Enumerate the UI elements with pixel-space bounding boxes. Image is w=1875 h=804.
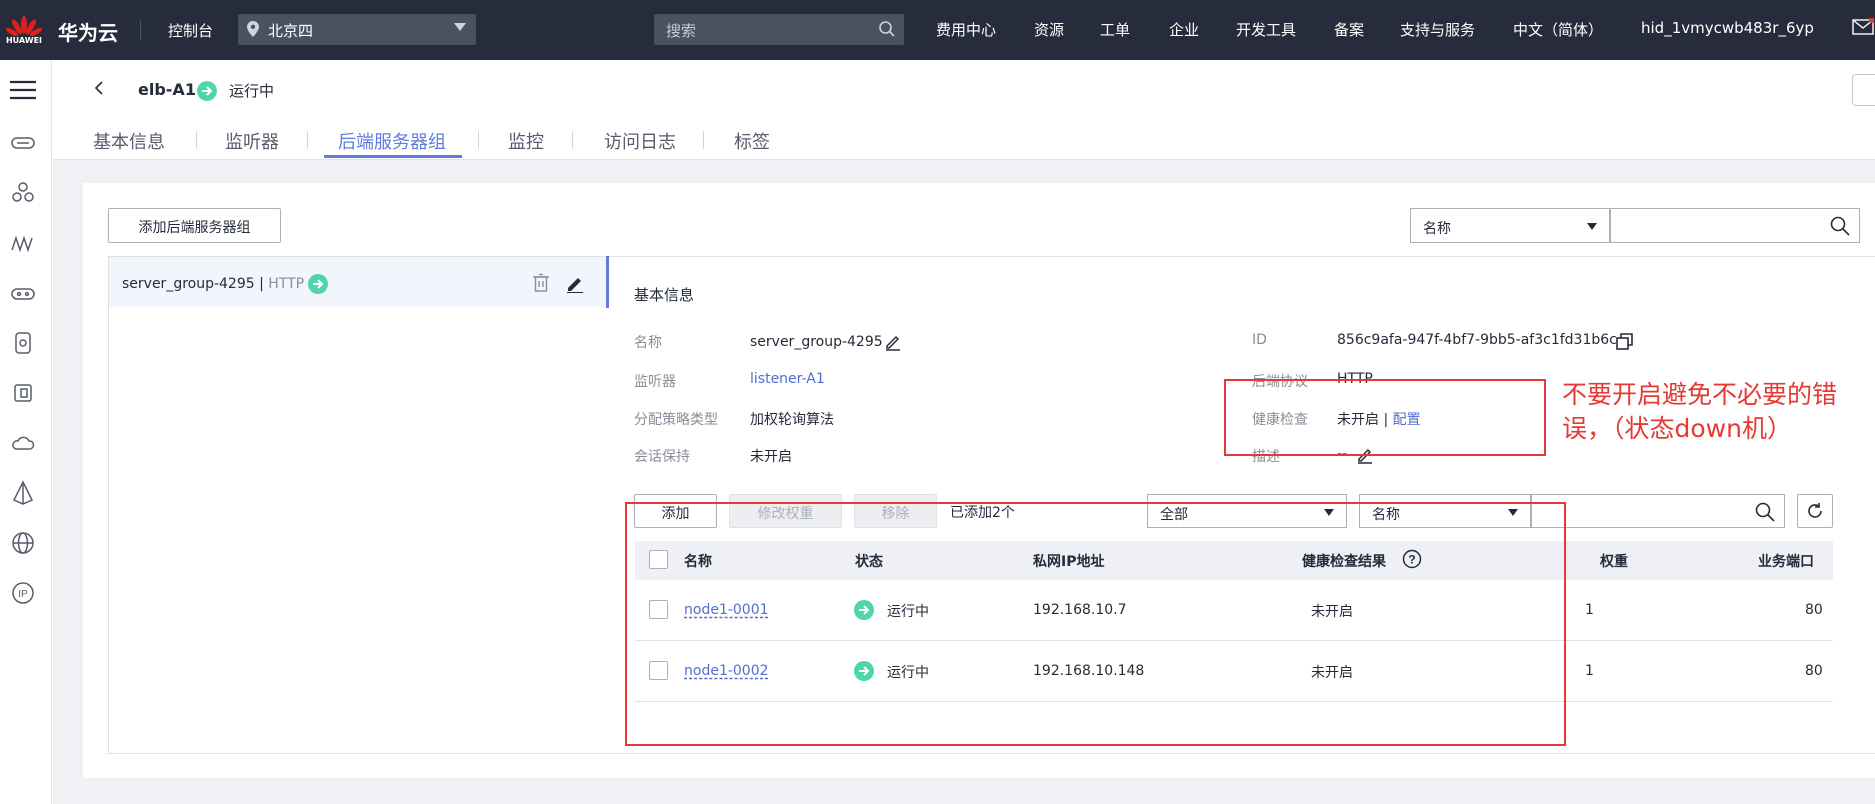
global-search-input[interactable]: 搜索 (654, 14, 904, 45)
server-group-separator: | (254, 276, 269, 292)
brand-name[interactable]: 华为云 (58, 17, 118, 46)
group-search-input[interactable] (1610, 208, 1860, 243)
edit-name-icon[interactable] (884, 333, 902, 351)
server-group-list (108, 256, 609, 754)
tab-basic-info[interactable]: 基本信息 (93, 128, 165, 154)
server-port: 80 (1805, 663, 1823, 679)
group-filter-value: 名称 (1423, 221, 1451, 237)
tab-divider (703, 131, 704, 149)
cluster-icon[interactable] (10, 180, 36, 206)
page-title: elb-A1 (138, 80, 196, 99)
health-check-highlight-box (1224, 379, 1546, 456)
nav-resources[interactable]: 资源 (1034, 19, 1064, 40)
chevron-down-icon (454, 23, 466, 31)
section-title-basic-info: 基本信息 (634, 286, 695, 304)
server-weight: 1 (1585, 663, 1594, 679)
listener-link[interactable]: listener-A1 (750, 371, 825, 387)
selected-indicator (606, 256, 609, 308)
nav-account[interactable]: hid_1vmycwb483r_6yp (1641, 19, 1814, 37)
server-port: 80 (1805, 602, 1823, 618)
huawei-logo-icon[interactable] (6, 8, 42, 52)
nav-dev-tools[interactable]: 开发工具 (1236, 19, 1296, 40)
console-link[interactable]: 控制台 (168, 20, 213, 41)
id-value: 856c9afa-947f-4bf7-9bb5-af3c1fd31b6c (1337, 332, 1617, 348)
back-arrow-icon[interactable] (92, 80, 106, 96)
annotation-note: 不要开启避免不必要的错误，（状态down机） (1562, 380, 1838, 443)
tab-divider (478, 131, 479, 149)
chevron-down-icon (1587, 223, 1597, 230)
tab-divider (196, 131, 197, 149)
server-table-highlight-box (625, 502, 1566, 746)
container-icon[interactable] (10, 380, 36, 406)
ai-icon[interactable] (10, 480, 36, 506)
tab-backend-server-groups[interactable]: 后端服务器组 (338, 128, 446, 154)
server-weight: 1 (1585, 602, 1594, 618)
mail-icon[interactable] (1852, 18, 1874, 36)
server-group-name[interactable]: server_group-4295 | HTTP (122, 276, 304, 292)
service-sidebar: IP (0, 60, 52, 804)
refresh-button[interactable] (1852, 74, 1875, 106)
tab-divider (307, 131, 308, 149)
server-group-protocol: HTTP (268, 276, 305, 292)
search-icon[interactable] (1754, 501, 1776, 523)
nav-billing[interactable]: 费用中心 (936, 19, 996, 40)
server-group-name-text: server_group-4295 (122, 276, 255, 292)
ip-icon[interactable]: IP (10, 580, 36, 606)
id-label: ID (1252, 332, 1267, 348)
session-label: 会话保持 (634, 449, 690, 465)
algorithm-label: 分配策略类型 (634, 412, 718, 428)
globe-icon[interactable] (10, 530, 36, 556)
algorithm-value: 加权轮询算法 (750, 412, 834, 428)
running-status-icon (308, 274, 328, 294)
listener-label: 监听器 (634, 374, 676, 390)
region-select[interactable]: 北京四 (238, 14, 476, 45)
tab-access-logs[interactable]: 访问日志 (604, 128, 676, 154)
database-icon[interactable] (10, 330, 36, 356)
refresh-servers-button[interactable] (1797, 494, 1833, 528)
logo-text: HUAWEI (5, 36, 43, 45)
nav-language[interactable]: 中文（简体） (1513, 19, 1603, 40)
page-header (53, 60, 1875, 160)
session-value: 未开启 (750, 449, 792, 465)
page-status: 运行中 (229, 82, 275, 100)
copy-icon[interactable] (1615, 332, 1634, 351)
divider (140, 20, 141, 40)
server-icon[interactable] (10, 130, 36, 156)
location-pin-icon (247, 21, 259, 37)
refresh-icon (1808, 503, 1822, 518)
search-placeholder: 搜索 (666, 22, 697, 40)
edit-icon[interactable] (565, 273, 585, 293)
storage-icon[interactable] (10, 280, 36, 306)
name-label: 名称 (634, 335, 662, 351)
search-icon (879, 21, 895, 37)
svg-text:IP: IP (18, 589, 28, 600)
delete-icon[interactable] (532, 273, 550, 293)
add-backend-group-button[interactable]: 添加后端服务器组 (108, 208, 281, 243)
group-filter-select[interactable]: 名称 (1410, 208, 1610, 243)
active-tab-indicator (324, 155, 462, 158)
running-status-icon (197, 81, 217, 101)
top-navigation-bar: HUAWEI 华为云 控制台 北京四 搜索 费用中心 资源 工单 企业 开发工具… (0, 0, 1875, 60)
network-icon[interactable] (10, 230, 36, 256)
search-icon[interactable] (1829, 215, 1851, 237)
tab-monitoring[interactable]: 监控 (508, 128, 544, 154)
name-value: server_group-4295 (750, 334, 883, 350)
nav-tickets[interactable]: 工单 (1100, 19, 1130, 40)
tab-divider (572, 131, 573, 149)
cloud-icon[interactable] (10, 430, 36, 456)
nav-support[interactable]: 支持与服务 (1400, 19, 1475, 40)
tab-tags[interactable]: 标签 (734, 128, 770, 154)
server-search-input[interactable] (1531, 494, 1785, 528)
column-header-weight[interactable]: 权重 (1600, 551, 1628, 571)
nav-icp[interactable]: 备案 (1334, 19, 1364, 40)
column-header-port[interactable]: 业务端口 (1758, 551, 1814, 571)
region-value: 北京四 (268, 22, 314, 40)
nav-enterprise[interactable]: 企业 (1169, 19, 1199, 40)
menu-icon[interactable] (10, 77, 36, 103)
tab-listeners[interactable]: 监听器 (225, 128, 279, 154)
